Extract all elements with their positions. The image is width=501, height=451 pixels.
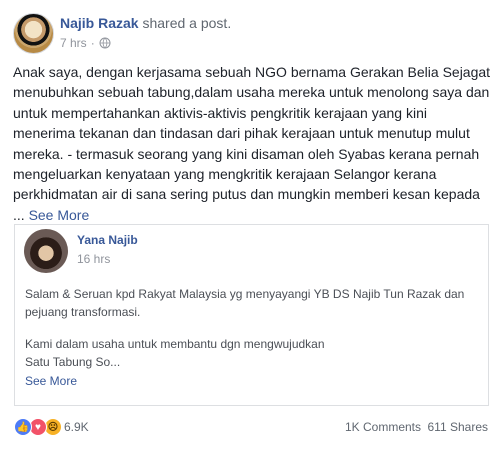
reaction-count[interactable]: 6.9K (64, 420, 89, 434)
shared-paragraph-1: Salam & Seruan kpd Rakyat Malaysia yg me… (25, 287, 465, 319)
separator: · (90, 36, 95, 50)
shared-line-1: Kami dalam usaha untuk membantu dgn meng… (25, 337, 325, 351)
shared-post-action-text: shared a post. (142, 15, 232, 31)
post-meta: 7 hrs · (60, 36, 111, 50)
shared-author-name[interactable]: Yana Najib (77, 233, 138, 247)
shared-post-text: Salam & Seruan kpd Rakyat Malaysia yg me… (25, 285, 475, 371)
post-ellipsis: ... (13, 206, 29, 223)
see-more-link[interactable]: See More (29, 207, 90, 223)
shares-count-link[interactable]: 611 Shares (428, 420, 489, 434)
shared-author-avatar[interactable] (24, 229, 68, 273)
shared-paragraph-2: Kami dalam usaha untuk membantu dgn meng… (25, 335, 475, 371)
globe-icon (99, 37, 111, 49)
reaction-icons[interactable]: 👍 ♥ ☹ (14, 418, 62, 436)
shared-line-2: Satu Tabung So... (25, 355, 121, 369)
post-body: Anak saya, dengan kerjasama sebuah NGO b… (13, 64, 491, 203)
facebook-post: Najib Razak shared a post. 7 hrs · Anak … (0, 0, 501, 451)
author-name-link[interactable]: Najib Razak (60, 15, 139, 31)
shared-see-more-link[interactable]: See More (25, 374, 77, 388)
post-time[interactable]: 7 hrs (60, 36, 87, 50)
post-header: Najib Razak shared a post. (60, 15, 231, 31)
author-avatar[interactable] (13, 13, 54, 54)
comments-count-link[interactable]: 1K Comments (345, 420, 421, 434)
like-icon: 👍 (14, 418, 32, 436)
shared-post-action: shared a post. (142, 15, 231, 31)
shared-post-time[interactable]: 16 hrs (77, 252, 110, 266)
post-text: Anak saya, dengan kerjasama sebuah NGO b… (13, 62, 491, 225)
post-footer: 👍 ♥ ☹ 6.9K 1K Comments 611 Shares (14, 418, 488, 436)
